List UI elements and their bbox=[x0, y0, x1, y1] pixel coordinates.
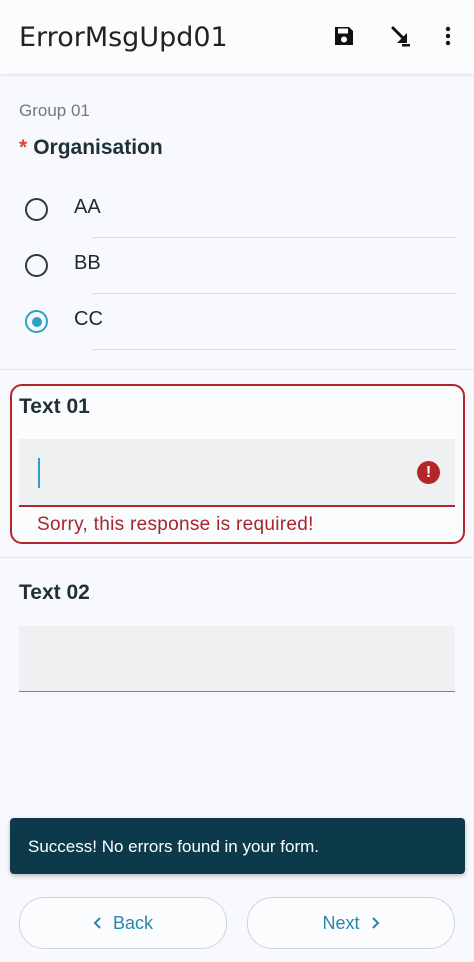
more-vert-icon[interactable] bbox=[434, 22, 462, 50]
radio-label: AA bbox=[74, 196, 101, 218]
snackbar: Success! No errors found in your form. bbox=[10, 818, 465, 874]
radio-button[interactable] bbox=[25, 254, 48, 277]
radio-button[interactable] bbox=[25, 198, 48, 221]
text01-label: Text 01 bbox=[19, 395, 90, 418]
question-text: Organisation bbox=[33, 136, 163, 159]
next-button[interactable]: Next bbox=[247, 897, 455, 949]
text01-error-message: Sorry, this response is required! bbox=[37, 514, 314, 535]
next-label: Next bbox=[322, 912, 360, 933]
text02-label: Text 02 bbox=[19, 581, 90, 604]
radio-label: BB bbox=[74, 252, 101, 274]
download-arrow-icon[interactable] bbox=[386, 22, 414, 50]
required-mark: * bbox=[19, 136, 28, 159]
snackbar-message: Success! No errors found in your form. bbox=[28, 837, 320, 856]
text01-input[interactable]: ! bbox=[19, 439, 455, 507]
divider bbox=[92, 349, 456, 350]
radio-option-aa[interactable]: AA bbox=[0, 182, 474, 238]
radio-label: CC bbox=[74, 308, 103, 330]
text-cursor bbox=[38, 458, 40, 488]
group-label: Group 01 bbox=[19, 101, 90, 120]
app-bar: ErrorMsgUpd01 bbox=[0, 0, 474, 74]
chevron-left-icon bbox=[93, 917, 101, 929]
question-label: * Organisation bbox=[19, 136, 163, 160]
app-title: ErrorMsgUpd01 bbox=[19, 22, 228, 53]
radio-button-selected[interactable] bbox=[25, 310, 48, 333]
radio-option-cc[interactable]: CC bbox=[0, 294, 474, 350]
back-label: Back bbox=[112, 912, 154, 933]
radio-option-bb[interactable]: BB bbox=[0, 238, 474, 294]
back-button[interactable]: Back bbox=[19, 897, 227, 949]
text02-input[interactable] bbox=[19, 626, 455, 692]
section-divider bbox=[0, 369, 474, 370]
error-icon: ! bbox=[417, 461, 440, 484]
chevron-right-icon bbox=[371, 917, 379, 929]
save-icon[interactable] bbox=[330, 22, 358, 50]
section-divider bbox=[0, 557, 474, 558]
